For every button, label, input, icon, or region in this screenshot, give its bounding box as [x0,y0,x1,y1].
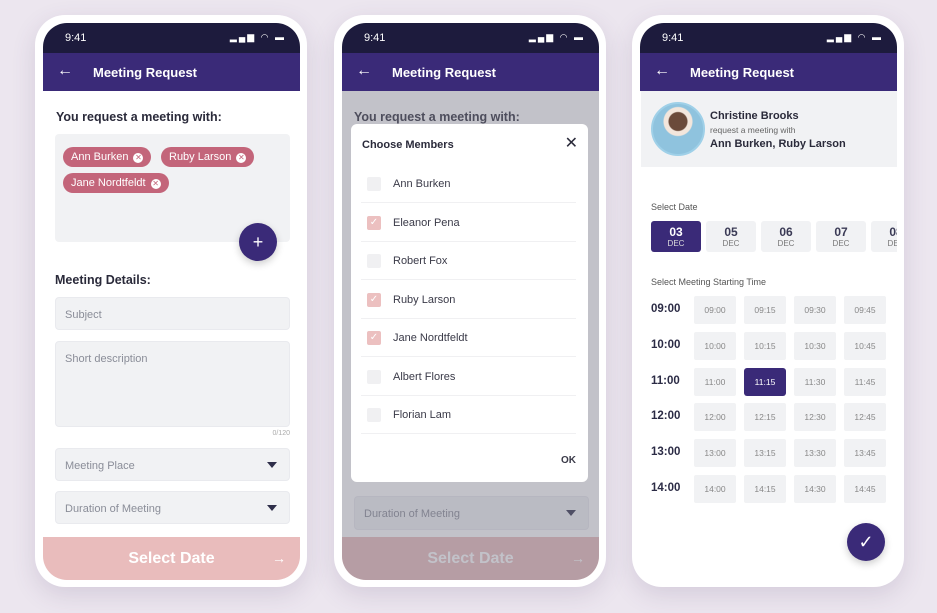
time-slot[interactable]: 10:30 [794,331,836,360]
time-slot[interactable]: 11:30 [794,367,836,396]
status-bar: 9:41 ▂▄▆ ◠ ▬ [43,23,300,53]
member-chip: Ann Burken ✕ [63,147,152,167]
modal-title: Choose Members [362,139,454,151]
time-slot[interactable]: 10:00 [694,331,736,360]
remove-icon[interactable]: ✕ [133,153,144,163]
checkbox[interactable] [367,254,381,268]
plus-icon: + [252,232,264,252]
hour-label: 12:00 [651,410,681,423]
signal-wifi-battery-icon: ▂▄▆ ◠ ▬ [528,32,585,42]
meeting-place-select[interactable]: Meeting Place [55,448,290,481]
time-slot[interactable]: 12:45 [844,403,886,432]
status-bar: 9:41 ▂▄▆ ◠ ▬ [640,23,897,53]
member-option[interactable]: Florian Lam [361,396,576,434]
time-slot[interactable]: 12:00 [694,403,736,432]
select-date-button[interactable]: Select Date → [43,537,300,580]
chevron-down-icon [267,505,277,511]
time-slot[interactable]: 13:00 [694,439,736,468]
checkbox[interactable] [367,369,381,384]
arrow-left-icon[interactable]: ← [57,62,73,80]
member-option[interactable]: Ann Burken [361,165,576,203]
time-slot[interactable]: 12:30 [794,403,836,432]
member-option[interactable]: ✓ Ruby Larson [361,281,576,319]
duration-select[interactable]: Duration of Meeting [55,491,290,524]
checkbox[interactable] [367,177,381,191]
time-slot[interactable]: 14:30 [794,475,836,503]
member-option[interactable]: ✓ Jane Nordtfeldt [361,319,576,357]
ok-button[interactable]: OK [561,455,576,466]
time-slot[interactable]: 11:15 [744,367,786,396]
member-chip: Ruby Larson ✕ [161,147,255,167]
request-heading: You request a meeting with: [56,110,222,124]
hour-label: 09:00 [651,303,681,315]
page-title: Meeting Request [93,65,198,80]
details-heading: Meeting Details: [55,273,151,287]
date-option[interactable]: 07 DEC [816,221,866,252]
checkbox[interactable]: ✓ [367,292,381,307]
time-slot[interactable]: 13:30 [794,439,836,468]
arrow-right-icon: → [272,550,286,566]
invitees: Ann Burken, Ruby Larson [710,138,846,150]
avatar [651,102,705,156]
time-slot[interactable]: 09:45 [844,296,886,324]
time-slot[interactable]: 09:15 [744,296,786,324]
date-option[interactable]: 08DEC [871,221,897,252]
time-slot[interactable]: 12:15 [744,403,786,432]
hour-label: 13:00 [651,446,681,459]
time-slot[interactable]: 09:30 [794,296,836,324]
checkbox[interactable] [367,408,381,422]
checkbox[interactable]: ✓ [367,215,381,230]
hour-label: 14:00 [651,482,681,494]
signal-wifi-battery-icon: ▂▄▆ ◠ ▬ [826,32,883,42]
checkbox[interactable]: ✓ [367,331,381,345]
status-bar: 9:41 ▂▄▆ ◠ ▬ [342,23,599,53]
phone-meeting-form: 9:41 ▂▄▆ ◠ ▬ ← Meeting Request You request… [35,15,307,587]
arrow-left-icon[interactable]: ← [654,62,670,80]
arrow-left-icon[interactable]: ← [356,62,372,80]
phone-choose-members: 9:41 ▂▄▆ ◠ ▬ ← Meeting Request You request… [334,15,606,587]
time-slot[interactable]: 14:15 [744,475,786,503]
subject-input[interactable]: Subject [55,297,290,330]
date-option[interactable]: 05 DEC [706,221,756,252]
app-header: ← Meeting Request [640,53,897,91]
char-count: 0/120 [272,430,290,437]
time-slot[interactable]: 10:45 [844,331,886,360]
member-option[interactable]: Albert Flores [361,358,576,396]
time-slot[interactable]: 09:00 [694,296,736,324]
hour-label: 10:00 [651,338,681,351]
time-slot[interactable]: 13:45 [844,439,886,468]
time-slot[interactable]: 14:45 [844,475,886,503]
time-slot[interactable]: 11:00 [694,367,736,396]
time-slot[interactable]: 11:45 [844,367,886,396]
member-option[interactable]: ✓ Eleanor Pena [361,204,576,242]
signal-wifi-battery-icon: ▂▄▆ ◠ ▬ [229,32,286,42]
confirm-button[interactable]: ✓ [847,523,885,561]
member-option[interactable]: Robert Fox [361,242,576,280]
add-member-button[interactable]: + [239,223,277,261]
close-icon[interactable]: ✕ [565,133,578,153]
date-option[interactable]: 06 DEC [761,221,811,252]
chevron-down-icon [267,462,277,468]
member-chip: Jane Nordtfeldt ✕ [63,173,169,193]
time-slot[interactable]: 13:15 [744,439,786,468]
time-slot[interactable]: 14:00 [694,475,736,503]
requester-name: Christine Brooks [710,110,799,122]
remove-icon[interactable]: ✕ [236,153,247,163]
date-option[interactable]: 03 DEC [651,221,701,252]
check-icon: ✓ [858,532,874,552]
remove-icon[interactable]: ✕ [150,179,161,189]
phone-select-time: 9:41 ▂▄▆ ◠ ▬ ← Meeting Request Christine B… [632,15,904,587]
description-input[interactable]: Short description [55,341,290,427]
choose-members-modal: Choose Members ✕ Ann Burken ✓ Eleanor Pena… [351,124,588,482]
app-header: ← Meeting Request [43,53,300,91]
hour-label: 11:00 [651,374,680,387]
time-slot[interactable]: 10:15 [744,331,786,360]
app-header: ← Meeting Request [342,53,599,91]
